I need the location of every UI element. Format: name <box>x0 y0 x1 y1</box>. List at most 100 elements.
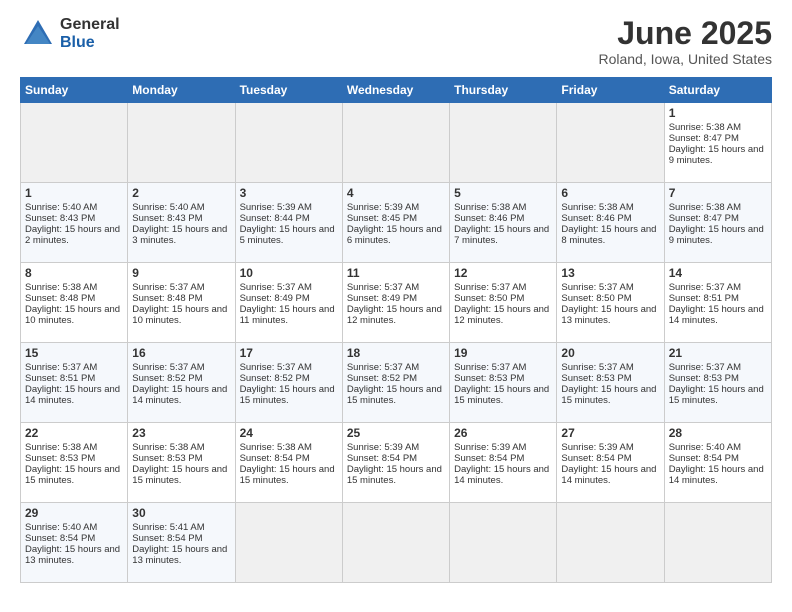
day-number: 30 <box>132 506 230 520</box>
daylight: Daylight: 15 hours and 15 minutes. <box>240 464 335 486</box>
sunrise: Sunrise: 5:37 AM <box>561 282 633 293</box>
sunrise: Sunrise: 5:37 AM <box>240 362 312 373</box>
day-number: 17 <box>240 346 338 360</box>
day-number: 1 <box>669 106 767 120</box>
sunrise: Sunrise: 5:37 AM <box>454 362 526 373</box>
daylight: Daylight: 15 hours and 13 minutes. <box>561 304 656 326</box>
calendar-page: General Blue June 2025 Roland, Iowa, Uni… <box>0 0 792 612</box>
sunrise: Sunrise: 5:39 AM <box>347 442 419 453</box>
day-number: 22 <box>25 426 123 440</box>
header-saturday: Saturday <box>664 78 771 103</box>
sunset: Sunset: 8:50 PM <box>561 293 631 304</box>
header-tuesday: Tuesday <box>235 78 342 103</box>
sunset: Sunset: 8:47 PM <box>669 133 739 144</box>
sunrise: Sunrise: 5:37 AM <box>669 282 741 293</box>
sunset: Sunset: 8:45 PM <box>347 213 417 224</box>
daylight: Daylight: 15 hours and 15 minutes. <box>25 464 120 486</box>
calendar-cell: 1Sunrise: 5:38 AMSunset: 8:47 PMDaylight… <box>664 103 771 183</box>
day-number: 26 <box>454 426 552 440</box>
calendar-header: Sunday Monday Tuesday Wednesday Thursday… <box>21 78 772 103</box>
sunset: Sunset: 8:53 PM <box>454 373 524 384</box>
sunset: Sunset: 8:52 PM <box>240 373 310 384</box>
calendar-cell: 28Sunrise: 5:40 AMSunset: 8:54 PMDayligh… <box>664 423 771 503</box>
daylight: Daylight: 15 hours and 14 minutes. <box>669 304 764 326</box>
sunrise: Sunrise: 5:38 AM <box>561 202 633 213</box>
calendar-cell <box>342 503 449 583</box>
calendar-cell: 9Sunrise: 5:37 AMSunset: 8:48 PMDaylight… <box>128 263 235 343</box>
sunrise: Sunrise: 5:39 AM <box>347 202 419 213</box>
calendar-cell <box>450 503 557 583</box>
daylight: Daylight: 15 hours and 12 minutes. <box>347 304 442 326</box>
calendar-cell: 25Sunrise: 5:39 AMSunset: 8:54 PMDayligh… <box>342 423 449 503</box>
day-number: 10 <box>240 266 338 280</box>
sunrise: Sunrise: 5:39 AM <box>240 202 312 213</box>
daylight: Daylight: 15 hours and 7 minutes. <box>454 224 549 246</box>
day-number: 28 <box>669 426 767 440</box>
calendar-cell: 19Sunrise: 5:37 AMSunset: 8:53 PMDayligh… <box>450 343 557 423</box>
calendar-cell: 13 Sunrise: 5:37 AMSunset: 8:50 PMDayligh… <box>557 263 664 343</box>
sunset: Sunset: 8:43 PM <box>25 213 95 224</box>
sunrise: Sunrise: 5:40 AM <box>132 202 204 213</box>
sunset: Sunset: 8:52 PM <box>347 373 417 384</box>
sunset: Sunset: 8:53 PM <box>561 373 631 384</box>
logo-general: General <box>60 16 120 34</box>
calendar-cell: 4Sunrise: 5:39 AMSunset: 8:45 PMDaylight… <box>342 183 449 263</box>
sunset: Sunset: 8:46 PM <box>561 213 631 224</box>
sunrise: Sunrise: 5:37 AM <box>240 282 312 293</box>
daylight: Daylight: 15 hours and 14 minutes. <box>25 384 120 406</box>
calendar-cell: 29Sunrise: 5:40 AMSunset: 8:54 PMDayligh… <box>21 503 128 583</box>
calendar-cell: 23Sunrise: 5:38 AMSunset: 8:53 PMDayligh… <box>128 423 235 503</box>
calendar-body: 1Sunrise: 5:38 AMSunset: 8:47 PMDaylight… <box>21 103 772 583</box>
calendar-cell <box>235 103 342 183</box>
day-number: 2 <box>132 186 230 200</box>
sunrise: Sunrise: 5:38 AM <box>240 442 312 453</box>
calendar-cell: 3Sunrise: 5:39 AMSunset: 8:44 PMDaylight… <box>235 183 342 263</box>
daylight: Daylight: 15 hours and 10 minutes. <box>25 304 120 326</box>
daylight: Daylight: 15 hours and 15 minutes. <box>669 384 764 406</box>
sunset: Sunset: 8:54 PM <box>561 453 631 464</box>
daylight: Daylight: 15 hours and 13 minutes. <box>132 544 227 566</box>
calendar-cell: 24Sunrise: 5:38 AMSunset: 8:54 PMDayligh… <box>235 423 342 503</box>
daylight: Daylight: 15 hours and 15 minutes. <box>347 384 442 406</box>
day-number: 25 <box>347 426 445 440</box>
day-number: 8 <box>25 266 123 280</box>
day-number: 5 <box>454 186 552 200</box>
sunrise: Sunrise: 5:38 AM <box>132 442 204 453</box>
sunrise: Sunrise: 5:38 AM <box>454 202 526 213</box>
day-number: 23 <box>132 426 230 440</box>
sunrise: Sunrise: 5:41 AM <box>132 522 204 533</box>
day-number: 16 <box>132 346 230 360</box>
sunset: Sunset: 8:50 PM <box>454 293 524 304</box>
daylight: Daylight: 15 hours and 13 minutes. <box>25 544 120 566</box>
sunset: Sunset: 8:48 PM <box>25 293 95 304</box>
day-number: 13 <box>561 266 659 280</box>
daylight: Daylight: 15 hours and 14 minutes. <box>561 464 656 486</box>
header-thursday: Thursday <box>450 78 557 103</box>
header-friday: Friday <box>557 78 664 103</box>
sunrise: Sunrise: 5:37 AM <box>25 362 97 373</box>
daylight: Daylight: 15 hours and 3 minutes. <box>132 224 227 246</box>
sunset: Sunset: 8:53 PM <box>132 453 202 464</box>
sunrise: Sunrise: 5:40 AM <box>669 442 741 453</box>
sunset: Sunset: 8:49 PM <box>240 293 310 304</box>
sunset: Sunset: 8:53 PM <box>25 453 95 464</box>
calendar-cell <box>21 103 128 183</box>
sunset: Sunset: 8:51 PM <box>25 373 95 384</box>
sunset: Sunset: 8:53 PM <box>669 373 739 384</box>
day-number: 29 <box>25 506 123 520</box>
calendar-table: Sunday Monday Tuesday Wednesday Thursday… <box>20 77 772 583</box>
sunrise: Sunrise: 5:38 AM <box>25 442 97 453</box>
sunset: Sunset: 8:52 PM <box>132 373 202 384</box>
header-wednesday: Wednesday <box>342 78 449 103</box>
calendar-cell <box>557 103 664 183</box>
daylight: Daylight: 15 hours and 8 minutes. <box>561 224 656 246</box>
logo-blue: Blue <box>60 34 120 52</box>
day-number: 4 <box>347 186 445 200</box>
title-block: June 2025 Roland, Iowa, United States <box>598 16 772 67</box>
daylight: Daylight: 15 hours and 9 minutes. <box>669 144 764 166</box>
daylight: Daylight: 15 hours and 14 minutes. <box>669 464 764 486</box>
sunset: Sunset: 8:54 PM <box>132 533 202 544</box>
daylight: Daylight: 15 hours and 14 minutes. <box>132 384 227 406</box>
logo-icon <box>20 16 56 52</box>
day-number: 18 <box>347 346 445 360</box>
